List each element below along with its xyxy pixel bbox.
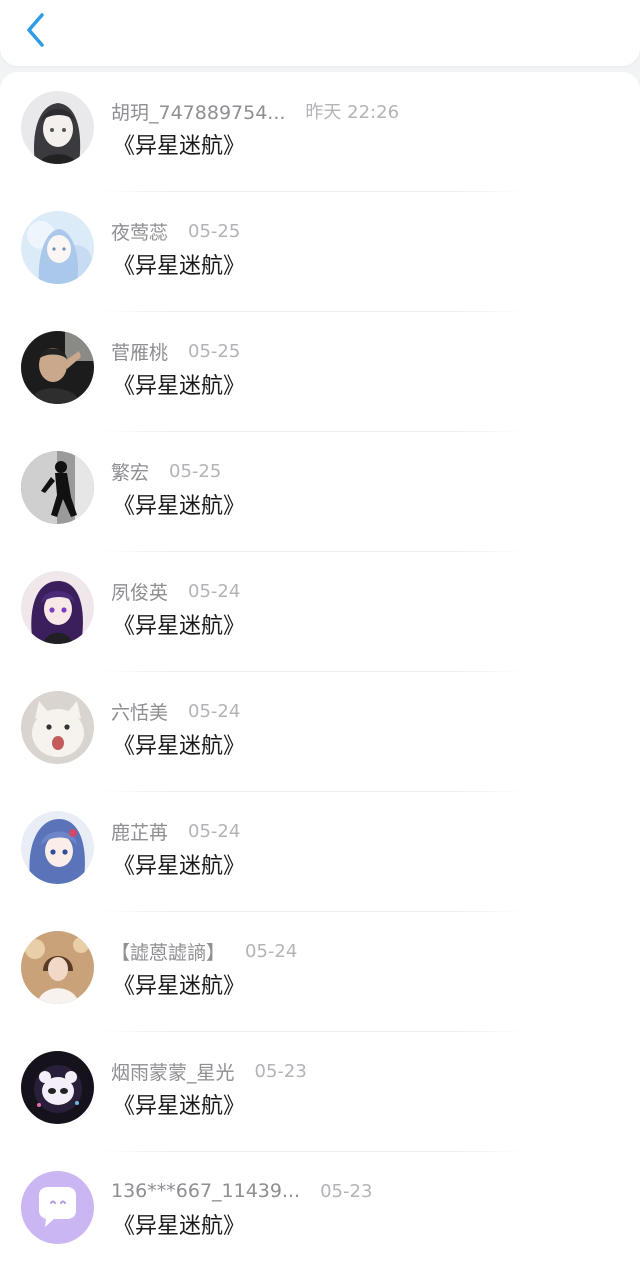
message-preview: 《异星迷航》 [113, 614, 246, 639]
contact-name: 烟雨蒙蒙_星光 [111, 1061, 235, 1084]
conversation-row[interactable]: 【譃蒽譃謪】 05-24 《异星迷航》 [0, 912, 640, 1032]
contact-name: 六恬美 [111, 701, 169, 724]
conversation-row[interactable]: 菅雁桃 05-25 《异星迷航》 [0, 312, 640, 432]
contact-name: 胡玥_747889754... [111, 101, 286, 124]
message-time: 05-23 [320, 1180, 373, 1202]
avatar [21, 811, 94, 884]
avatar [21, 931, 94, 1004]
message-time: 05-24 [245, 940, 298, 962]
contact-name: 136***667_11439... [111, 1180, 301, 1202]
message-time: 05-25 [188, 340, 241, 362]
avatar [21, 1051, 94, 1124]
avatar [21, 211, 94, 284]
back-button[interactable] [14, 10, 58, 54]
message-preview: 《异星迷航》 [113, 854, 246, 879]
avatar [21, 691, 94, 764]
contact-name: 鹿芷苒 [111, 821, 169, 844]
message-preview: 《异星迷航》 [113, 134, 246, 159]
conversation-row[interactable]: 六恬美 05-24 《异星迷航》 [0, 672, 640, 792]
message-preview: 《异星迷航》 [113, 254, 246, 279]
conversation-row[interactable]: 夙俊英 05-24 《异星迷航》 [0, 552, 640, 672]
avatar [21, 91, 94, 164]
avatar [21, 451, 94, 524]
message-preview: 《异星迷航》 [113, 374, 246, 399]
conversation-row[interactable]: 烟雨蒙蒙_星光 05-23 《异星迷航》 [0, 1032, 640, 1152]
conversation-row[interactable]: 夜莺蕊 05-25 《异星迷航》 [0, 192, 640, 312]
conversation-row[interactable]: 胡玥_747889754... 昨天 22:26 《异星迷航》 [0, 72, 640, 192]
conversation-list: 胡玥_747889754... 昨天 22:26 《异星迷航》 夜莺蕊 05-2… [0, 72, 640, 1272]
message-preview: 《异星迷航》 [113, 734, 246, 759]
message-time: 05-23 [254, 1060, 307, 1082]
avatar [21, 571, 94, 644]
conversation-row[interactable]: 繁宏 05-25 《异星迷航》 [0, 432, 640, 552]
conversation-row[interactable]: 鹿芷苒 05-24 《异星迷航》 [0, 792, 640, 912]
contact-name: 夙俊英 [111, 581, 169, 604]
message-time: 05-24 [188, 700, 241, 722]
message-preview: 《异星迷航》 [113, 494, 246, 519]
top-navigation-bar [0, 0, 640, 66]
message-time: 05-25 [169, 460, 222, 482]
message-time: 05-24 [188, 580, 241, 602]
chevron-left-icon [25, 12, 47, 52]
message-time: 昨天 22:26 [305, 102, 400, 123]
message-preview: 《异星迷航》 [113, 974, 246, 999]
message-preview: 《异星迷航》 [113, 1214, 246, 1239]
message-time: 05-24 [188, 820, 241, 842]
avatar [21, 331, 94, 404]
avatar [21, 1171, 94, 1244]
contact-name: 【譃蒽譃謪】 [111, 941, 226, 964]
contact-name: 菅雁桃 [111, 341, 169, 364]
contact-name: 夜莺蕊 [111, 221, 169, 244]
conversation-row[interactable]: 136***667_11439... 05-23 《异星迷航》 [0, 1152, 640, 1272]
contact-name: 繁宏 [111, 461, 150, 484]
message-preview: 《异星迷航》 [113, 1094, 246, 1119]
message-time: 05-25 [188, 220, 241, 242]
